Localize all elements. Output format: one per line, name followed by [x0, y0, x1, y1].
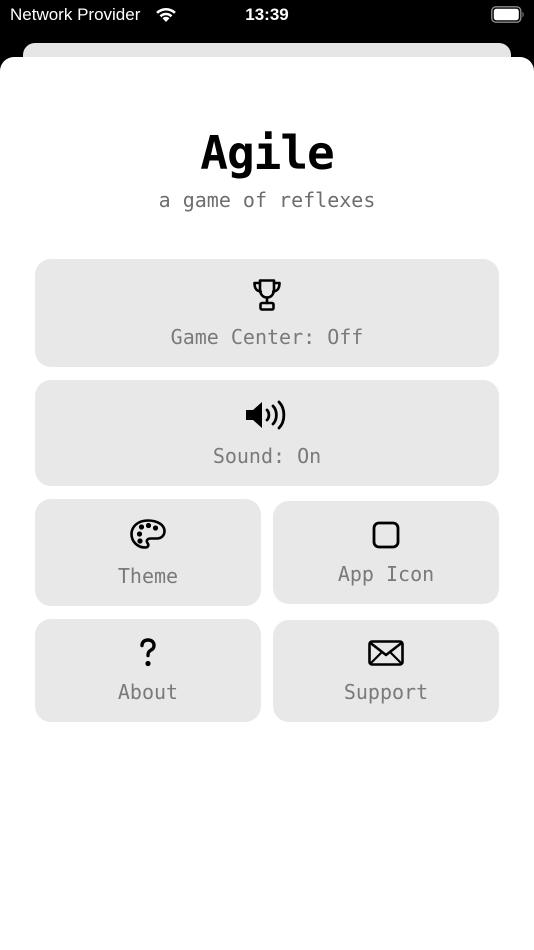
sound-label: Sound: On: [212, 444, 322, 468]
app-icon-label: App Icon: [337, 562, 435, 586]
speaker-wave-icon: [246, 400, 286, 430]
about-label: About: [117, 680, 179, 704]
envelope-icon: [368, 640, 404, 666]
app-title: Agile: [200, 126, 334, 180]
sound-button[interactable]: Sound: On: [35, 380, 499, 486]
about-button[interactable]: About: [35, 619, 261, 722]
question-mark-icon: [140, 638, 156, 667]
battery-full-icon: [491, 6, 524, 23]
status-time: 13:39: [245, 5, 289, 24]
app-icon-button[interactable]: App Icon: [273, 501, 499, 604]
game-center-label: Game Center: Off: [170, 325, 364, 349]
palette-icon: [130, 519, 166, 549]
game-center-button[interactable]: Game Center: Off: [35, 259, 499, 367]
rounded-square-icon: [372, 521, 400, 549]
status-bar: Network Provider 13:39: [0, 0, 534, 34]
support-label: Support: [343, 680, 429, 704]
app-subtitle: a game of reflexes: [158, 188, 376, 212]
theme-button[interactable]: Theme: [35, 499, 261, 606]
support-button[interactable]: Support: [273, 620, 499, 722]
trophy-icon: [253, 279, 281, 311]
theme-label: Theme: [117, 564, 179, 588]
